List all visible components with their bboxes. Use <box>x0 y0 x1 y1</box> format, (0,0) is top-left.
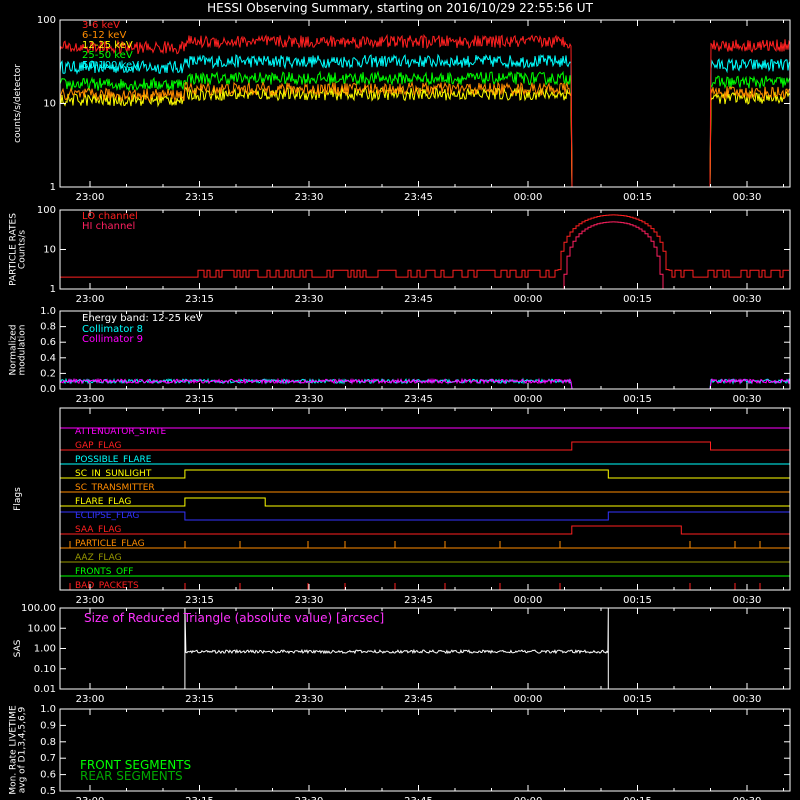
particle-rate-legend-entry: HI channel <box>82 221 135 232</box>
flag-trace <box>60 497 790 507</box>
sas-x-tick-label: 23:45 <box>404 694 433 705</box>
particle-rates-ylabel: Counts/s <box>18 230 28 269</box>
count-rates-x-tick-label: 23:45 <box>404 192 433 203</box>
particle-rates-y-tick-label: 1 <box>50 284 56 295</box>
particle-rates-x-tick-label: 00:30 <box>733 294 762 305</box>
particle-rate-line-LO-channel <box>60 214 789 278</box>
livetime-x-tick-label: 23:00 <box>76 796 105 800</box>
modulation-y-tick-label: 0.8 <box>40 322 56 333</box>
flag-trace <box>60 511 790 521</box>
livetime-x-tick-label: 23:15 <box>185 796 214 800</box>
modulation-y-tick-label: 0.0 <box>40 384 56 395</box>
flags-x-tick-label: 00:15 <box>623 595 652 606</box>
sas-x-tick-label: 00:00 <box>514 694 543 705</box>
sas-y-tick-label: 1.00 <box>34 644 56 655</box>
count-rate-legend-entry: 50-100 keV <box>82 60 139 71</box>
count-rates-x-tick-label: 00:15 <box>623 192 652 203</box>
modulation-y-tick-label: 0.2 <box>40 368 56 379</box>
flags-x-tick-label: 23:30 <box>295 595 324 606</box>
count-rates-y-tick-label: 10 <box>43 99 56 110</box>
sas-annotation: Size of Reduced Triangle (absolute value… <box>84 611 384 625</box>
modulation-x-tick-label: 00:15 <box>623 394 652 405</box>
modulation-ylabel: modulation <box>18 325 28 376</box>
count-rate-line-12-25-keV <box>59 86 791 188</box>
modulation-y-tick-label: 0.6 <box>40 337 56 348</box>
flags-x-tick-label: 00:00 <box>514 595 543 606</box>
count-rates-x-tick-label: 00:30 <box>733 192 762 203</box>
flags-x-tick-label: 23:45 <box>404 595 433 606</box>
count-rate-line-6-12-keV <box>59 80 791 188</box>
flags-x-tick-label: 23:15 <box>185 595 214 606</box>
particle-rate-line-HI-channel <box>60 221 789 290</box>
livetime-y-tick-label: 0.5 <box>40 786 56 797</box>
livetime-ylabel: avg of D1,3,4,5,6,9 <box>18 706 28 793</box>
livetime-y-tick-label: 0.8 <box>40 737 56 748</box>
particle-rates-y-tick-label: 100 <box>37 205 56 216</box>
modulation-x-tick-label: 23:30 <box>295 394 324 405</box>
modulation-x-tick-label: 23:00 <box>76 394 105 405</box>
particle-rates-x-tick-label: 00:15 <box>623 294 652 305</box>
livetime-x-tick-label: 00:30 <box>733 796 762 800</box>
modulation-x-tick-label: 00:30 <box>733 394 762 405</box>
count-rates-x-tick-label: 23:15 <box>185 192 214 203</box>
sas-x-tick-label: 23:00 <box>76 694 105 705</box>
hessi-summary-figure: 23:00 23:15 23:30 23:45 00:00 00:15 00:3011010… <box>9 15 791 800</box>
count-rates-x-tick-label: 23:30 <box>295 192 324 203</box>
sas-x-tick-label: 23:30 <box>295 694 324 705</box>
flag-trace <box>60 525 790 535</box>
count-rates-y-tick-label: 100 <box>37 15 56 26</box>
count-rates-ylabel: counts/s/detector <box>13 64 23 143</box>
sas-y-tick-label: 0.10 <box>34 664 56 675</box>
flag-trace <box>60 441 790 451</box>
particle-rates-x-tick-label: 23:15 <box>185 294 214 305</box>
sas-y-tick-label: 0.01 <box>34 684 56 695</box>
flags-ylabel: Flags <box>13 487 23 511</box>
sas-x-tick-label: 23:15 <box>185 694 214 705</box>
livetime-y-tick-label: 0.7 <box>40 753 56 764</box>
modulation-legend-entry: Collimator 9 <box>82 334 143 345</box>
count-rates-y-tick-label: 1 <box>50 182 56 193</box>
livetime-y-tick-label: 1.0 <box>40 704 56 715</box>
sas-y-tick-label: 100.00 <box>21 603 56 614</box>
count-rates-x-tick-label: 23:00 <box>76 192 105 203</box>
energy-band-label: Energy band: 12-25 keV <box>82 313 203 324</box>
modulation-y-tick-label: 0.4 <box>40 353 56 364</box>
count-rates-x-tick-label: 00:00 <box>514 192 543 203</box>
particle-rates-x-tick-label: 23:45 <box>404 294 433 305</box>
modulation-y-tick-label: 1.0 <box>40 306 56 317</box>
livetime-x-tick-label: 23:45 <box>404 796 433 800</box>
flags-x-tick-label: 00:30 <box>733 595 762 606</box>
flag-trace <box>60 469 790 479</box>
livetime-legend-entry: REAR SEGMENTS <box>80 769 183 783</box>
livetime-y-tick-label: 0.9 <box>40 720 56 731</box>
flags-x-tick-label: 23:00 <box>76 595 105 606</box>
livetime-x-tick-label: 23:30 <box>295 796 324 800</box>
livetime-x-tick-label: 00:15 <box>623 796 652 800</box>
flags-frame <box>59 407 791 591</box>
particle-rates-y-tick-label: 10 <box>43 245 56 256</box>
particle-rates-x-tick-label: 23:00 <box>76 294 105 305</box>
particle-rates-x-tick-label: 23:30 <box>295 294 324 305</box>
livetime-x-tick-label: 00:00 <box>514 796 543 800</box>
sas-ylabel: SAS <box>13 639 23 657</box>
sas-x-tick-label: 00:30 <box>733 694 762 705</box>
modulation-line-Collimator-9 <box>59 377 791 390</box>
modulation-line-Collimator-8 <box>59 377 791 390</box>
sas-x-tick-label: 00:15 <box>623 694 652 705</box>
modulation-x-tick-label: 23:15 <box>185 394 214 405</box>
sas-y-tick-label: 10.00 <box>27 623 56 634</box>
livetime-y-tick-label: 0.6 <box>40 770 56 781</box>
particle-rates-x-tick-label: 00:00 <box>514 294 543 305</box>
modulation-x-tick-label: 00:00 <box>514 394 543 405</box>
modulation-x-tick-label: 23:45 <box>404 394 433 405</box>
